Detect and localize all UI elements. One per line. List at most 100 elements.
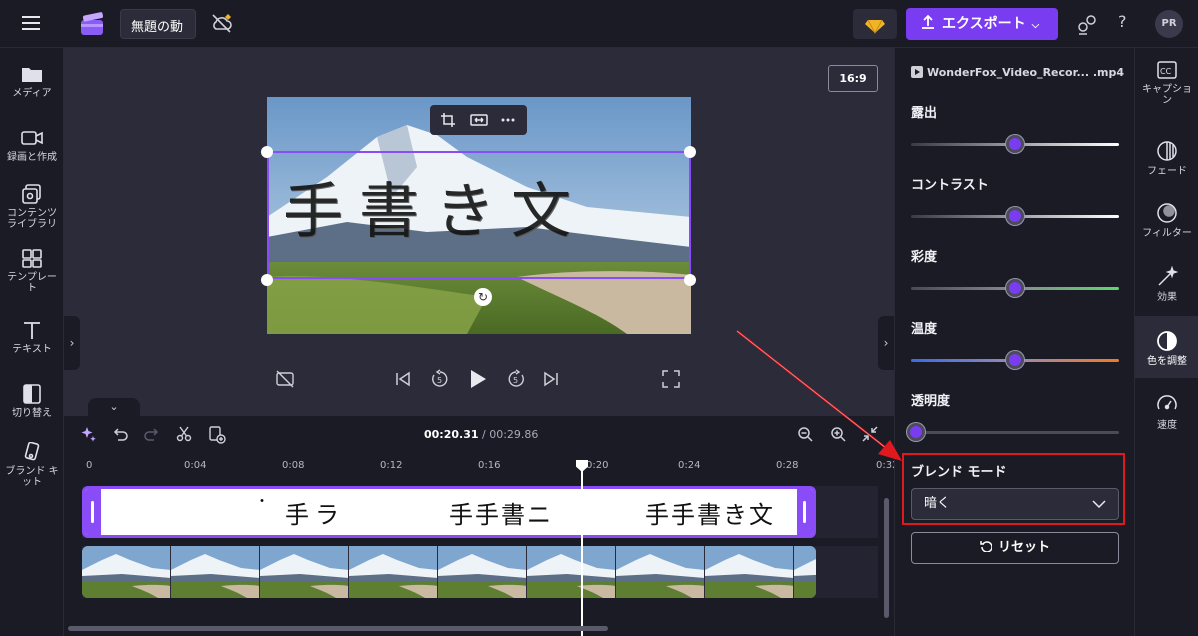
saturation-slider-knob[interactable] [1006, 279, 1024, 297]
text-clip[interactable]: ・ 手ラ 手手書ニ 手手書き文 [82, 486, 816, 538]
project-title: 無題の動 [131, 20, 184, 35]
collapse-left-button[interactable]: › [64, 316, 80, 370]
sidebar-item-captions[interactable]: CC キャプショ ン [1135, 60, 1198, 106]
resize-handle-br[interactable] [684, 274, 696, 286]
playhead[interactable] [581, 460, 583, 636]
temperature-slider-knob[interactable] [1006, 351, 1024, 369]
export-button[interactable]: エクスポート ⌵ [906, 8, 1058, 40]
text-icon [24, 322, 40, 339]
aspect-ratio-label: 16:9 [839, 72, 867, 85]
clip-handle-right[interactable] [797, 489, 813, 535]
ruler-tick: 0:04 [184, 460, 207, 471]
sidebar-item-speed[interactable]: 速度 [1135, 394, 1198, 431]
resize-handle-tr[interactable] [684, 146, 696, 158]
sidebar-item-templates[interactable]: テンプレー ト [0, 248, 64, 294]
sidebar-item-content-library[interactable]: コンテンツ ライブラリ [0, 184, 64, 230]
skip-back-icon[interactable] [394, 370, 412, 388]
sidebar-item-label: フェード [1147, 166, 1187, 177]
menu-icon[interactable] [22, 15, 40, 31]
sidebar-item-fade[interactable]: フェード [1135, 140, 1198, 177]
forward-5-icon[interactable]: 5 [506, 369, 526, 389]
opacity-slider[interactable] [911, 431, 1119, 434]
reset-button[interactable]: リセット [911, 532, 1119, 564]
avatar-initials: PR [1161, 18, 1177, 29]
chevron-down-icon: ⌵ [1031, 20, 1040, 31]
captions-icon: CC [1157, 61, 1177, 79]
video-clip[interactable] [82, 546, 816, 598]
effects-icon [1158, 266, 1178, 286]
ruler-tick: 0:24 [678, 460, 701, 471]
floating-toolbar [430, 105, 527, 135]
rewind-5-icon[interactable]: 5 [430, 369, 450, 389]
svg-text:CC: CC [1160, 67, 1172, 76]
blend-mode-value: 暗く [924, 496, 951, 511]
video-file-icon [911, 66, 923, 78]
sidebar-item-media[interactable]: メディア [0, 64, 64, 99]
folder-icon [22, 68, 42, 82]
clip-frame-text: 手手書き文 [645, 501, 775, 529]
export-label: エクスポート [942, 16, 1026, 32]
ruler-tick: 0:16 [478, 460, 501, 471]
clip-handle-left[interactable] [85, 489, 101, 535]
skip-forward-icon[interactable] [542, 370, 560, 388]
add-to-clip-icon[interactable] [208, 426, 226, 444]
help-icon[interactable]: ? [1118, 12, 1134, 31]
resize-handle-tl[interactable] [261, 146, 273, 158]
vertical-scrollbar[interactable] [884, 498, 889, 618]
sidebar-item-label: 色を調整 [1147, 356, 1187, 367]
sidebar-item-label: メディア [12, 88, 52, 99]
resize-handle-bl[interactable] [261, 274, 273, 286]
undo-icon[interactable] [112, 426, 128, 442]
sidebar-item-label: 録画と作成 [7, 152, 57, 163]
time-readout: 00:20.31 / 00:29.86 [424, 428, 538, 441]
total-time: / 00:29.86 [482, 428, 539, 441]
clip-frame-text: 手ラ [285, 501, 345, 529]
fit-icon[interactable] [470, 112, 488, 128]
sidebar-item-adjust-color[interactable]: 色を調整 [1135, 316, 1198, 378]
properties-panel: WonderFox_Video_Recor... .mp4 露出 コントラスト … [894, 48, 1134, 636]
fullscreen-icon[interactable] [662, 370, 680, 388]
brand-kit-icon [24, 442, 40, 461]
sidebar-item-text[interactable]: テキスト [0, 320, 64, 355]
sidebar-item-label: キャプショ ン [1142, 84, 1192, 106]
exposure-label: 露出 [911, 106, 938, 121]
rotate-handle-icon[interactable]: ↻ [474, 288, 492, 306]
exposure-slider-knob[interactable] [1006, 135, 1024, 153]
sidebar-item-filters[interactable]: フィルター [1135, 202, 1198, 239]
transition-icon [23, 384, 41, 404]
magic-icon[interactable] [80, 426, 96, 442]
play-icon[interactable] [468, 368, 488, 390]
crop-icon[interactable] [440, 112, 456, 128]
speed-icon [1157, 395, 1177, 410]
contrast-label: コントラスト [911, 178, 989, 193]
more-icon[interactable] [500, 112, 516, 128]
collapse-timeline-button[interactable]: ⌄ [88, 398, 140, 416]
cloud-off-icon[interactable] [210, 12, 234, 34]
sidebar-item-record[interactable]: 録画と作成 [0, 128, 64, 163]
top-bar: 無題の動 エクスポート ⌵ ? PR [0, 0, 1198, 48]
sidebar-item-transitions[interactable]: 切り替え [0, 384, 64, 419]
ruler-tick: 0:08 [282, 460, 305, 471]
hide-preview-icon[interactable] [276, 370, 294, 388]
redo-icon[interactable] [144, 426, 160, 442]
chevron-down-icon [1092, 500, 1106, 508]
project-title-field[interactable]: 無題の動 [120, 9, 196, 39]
text-overlay-box[interactable]: 手書き文 [267, 151, 691, 279]
sidebar-item-effects[interactable]: 効果 [1135, 266, 1198, 303]
sidebar-item-label: コンテンツ ライブラリ [7, 208, 57, 230]
sidebar-item-label: 切り替え [12, 408, 52, 419]
sidebar-item-brand-kit[interactable]: ブランド キ ット [0, 442, 64, 488]
split-icon[interactable] [176, 426, 192, 442]
filter-icon [1157, 203, 1177, 223]
file-header: WonderFox_Video_Recor... .mp4 [911, 66, 1124, 79]
aspect-ratio-button[interactable]: 16:9 [828, 65, 878, 92]
share-icon[interactable] [1076, 13, 1098, 35]
contrast-slider-knob[interactable] [1006, 207, 1024, 225]
blend-mode-select[interactable]: 暗く [911, 488, 1119, 520]
sidebar-item-label: ブランド キ ット [5, 466, 59, 488]
premium-button[interactable] [853, 9, 897, 39]
clip-frame-text: ・ [255, 494, 269, 510]
horizontal-scrollbar[interactable] [68, 626, 608, 631]
avatar[interactable]: PR [1155, 10, 1183, 38]
reset-label: リセット [997, 540, 1050, 555]
